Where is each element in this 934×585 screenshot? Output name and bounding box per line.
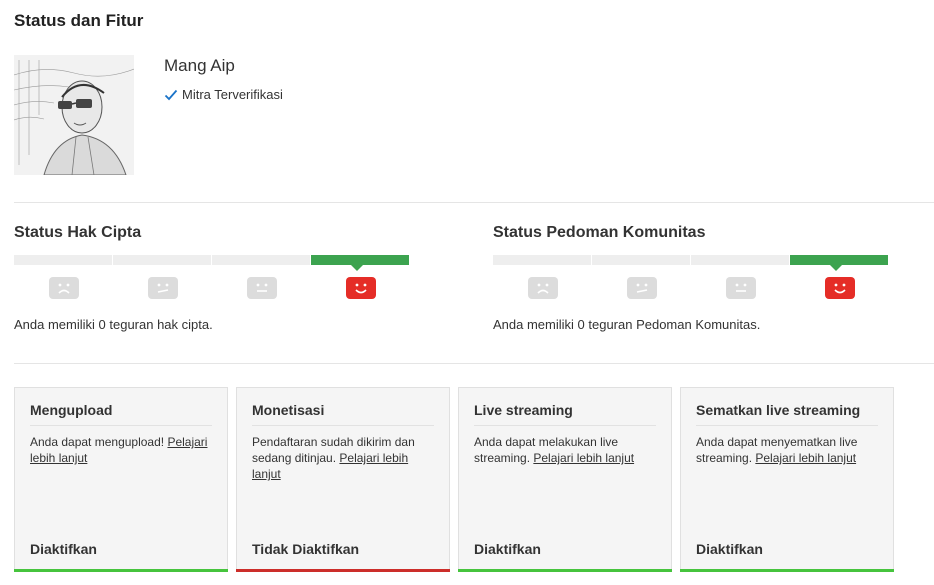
divider (14, 202, 934, 203)
verified-label: Mitra Terverifikasi (182, 87, 283, 102)
copyright-face-row (14, 277, 410, 299)
avatar (14, 55, 134, 175)
feature-description: Pendaftaran sudah dikirim dan sedang dit… (252, 435, 415, 481)
strike-segment (493, 255, 591, 265)
card-divider (30, 425, 212, 426)
feature-card-embed-live: Sematkan live streaming Anda dapat menye… (680, 387, 894, 572)
feature-card-monetization: Monetisasi Pendaftaran sudah dikirim dan… (236, 387, 450, 572)
feature-title: Sematkan live streaming (696, 402, 861, 418)
feature-title: Monetisasi (252, 402, 325, 418)
feature-status: Diaktifkan (474, 541, 541, 557)
feature-title: Live streaming (474, 402, 573, 418)
strike-segment-current (790, 255, 888, 271)
sad-face-icon (527, 277, 558, 299)
sad-face-icon (48, 277, 79, 299)
neutral-face-icon (147, 277, 178, 299)
feature-card-upload: Mengupload Anda dapat mengupload! Pelaja… (14, 387, 228, 572)
feature-status: Tidak Diaktifkan (252, 541, 360, 557)
status-bar-disabled (236, 569, 450, 572)
strike-segment (212, 255, 310, 265)
page-title: Status dan Fitur (14, 11, 144, 30)
copyright-status-title: Status Hak Cipta (14, 224, 142, 241)
card-divider (252, 425, 434, 426)
strike-segment-current (311, 255, 409, 271)
card-divider (474, 425, 656, 426)
feature-description: Anda dapat menyematkan live streaming. P… (696, 435, 858, 465)
community-status-message: Anda memiliki 0 teguran Pedoman Komunita… (493, 317, 761, 332)
community-status-title: Status Pedoman Komunitas (493, 224, 706, 241)
strike-segment (14, 255, 112, 265)
status-bar-enabled (458, 569, 672, 572)
checkmark-icon (164, 89, 178, 100)
strike-segment (691, 255, 789, 265)
divider (14, 363, 934, 364)
neutral-face-icon (246, 277, 277, 299)
community-status-section: Status Pedoman Komunitas Anda memiliki 0… (493, 224, 889, 332)
feature-title: Mengupload (30, 402, 113, 418)
learn-more-link[interactable]: Pelajari lebih lanjut (755, 451, 856, 465)
happy-face-icon (345, 277, 376, 299)
feature-status: Diaktifkan (696, 541, 763, 557)
status-bar-enabled (680, 569, 894, 572)
copyright-strike-bar (14, 255, 410, 271)
channel-name: Mang Aip (164, 56, 235, 75)
community-strike-bar (493, 255, 889, 271)
verified-badge: Mitra Terverifikasi (164, 87, 283, 102)
community-face-row (493, 277, 889, 299)
status-bar-enabled (14, 569, 228, 572)
copyright-status-message: Anda memiliki 0 teguran hak cipta. (14, 317, 213, 332)
strike-segment (113, 255, 211, 265)
feature-description: Anda dapat mengupload! Pelajari lebih la… (30, 435, 208, 465)
feature-description: Anda dapat melakukan live streaming. Pel… (474, 435, 635, 465)
card-divider (696, 425, 878, 426)
learn-more-link[interactable]: Pelajari lebih lanjut (533, 451, 634, 465)
neutral-face-icon (626, 277, 657, 299)
feature-card-live-streaming: Live streaming Anda dapat melakukan live… (458, 387, 672, 572)
copyright-status-section: Status Hak Cipta Anda memiliki 0 teguran… (14, 224, 410, 332)
feature-status: Diaktifkan (30, 541, 97, 557)
neutral-face-icon (725, 277, 756, 299)
strike-segment (592, 255, 690, 265)
happy-face-icon (824, 277, 855, 299)
